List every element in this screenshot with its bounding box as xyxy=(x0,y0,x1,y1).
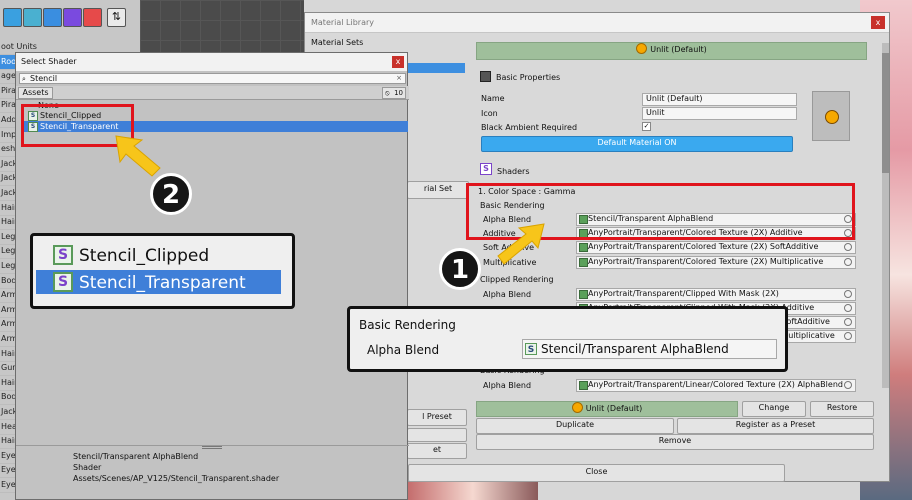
callout-item-stencil-clipped: Stencil_Clipped xyxy=(79,246,210,266)
material-set-button[interactable]: rial Set xyxy=(407,181,469,199)
name-label: Name xyxy=(481,94,505,103)
black-ambient-checkbox[interactable]: ✓ xyxy=(642,122,651,131)
soft-additive-shader-field[interactable]: AnyPortrait/Transparent/Colored Texture … xyxy=(576,241,856,254)
material-preview xyxy=(812,91,850,141)
window-title: Material Library xyxy=(305,13,889,33)
selected-shader-type: Shader xyxy=(73,463,102,472)
tree-item[interactable]: Roo xyxy=(0,54,16,70)
default-material-button[interactable]: Default Material ON xyxy=(481,136,793,152)
duplicate-button[interactable]: Duplicate xyxy=(476,418,674,434)
selected-shader-path: Assets/Scenes/AP_V125/Stencil_Transparen… xyxy=(73,474,280,483)
sort-icon[interactable]: ⇅ xyxy=(107,8,126,27)
icon-dropdown[interactable]: Unlit xyxy=(642,107,797,120)
circle-icon xyxy=(571,402,583,413)
selected-set-item[interactable] xyxy=(407,63,465,73)
callout-shader-field: S Stencil/Transparent AlphaBlend xyxy=(522,339,777,359)
clipped-alpha-blend-label: Alpha Blend xyxy=(483,290,532,299)
bottom-preset-header: Unlit (Default) xyxy=(476,401,738,417)
black-ambient-label: Black Ambient Required xyxy=(481,123,578,132)
linear-alpha-blend-field[interactable]: AnyPortrait/Transparent/Linear/Colored T… xyxy=(576,379,856,392)
change-button[interactable]: Change xyxy=(742,401,806,417)
tab-assets[interactable]: Assets xyxy=(18,87,53,99)
name-field[interactable]: Unlit (Default) xyxy=(642,93,797,106)
shaders-label: Shaders xyxy=(497,167,530,176)
clipped-alpha-blend-field[interactable]: AnyPortrait/Transparent/Clipped With Mas… xyxy=(576,288,856,301)
tool-icon-5[interactable] xyxy=(83,8,102,27)
material-header: Unlit (Default) xyxy=(476,42,867,60)
tool-icon-4[interactable] xyxy=(63,8,82,27)
clipped-rendering-label: Clipped Rendering xyxy=(480,275,554,284)
remove-button[interactable]: Remove xyxy=(476,434,874,450)
zoom-callout-alpha-blend: Basic Rendering Alpha Blend S Stencil/Tr… xyxy=(347,306,788,372)
search-icon: ⌕ xyxy=(22,75,26,83)
callout-alpha-blend-label: Alpha Blend xyxy=(367,343,440,357)
material-sets-label: Material Sets xyxy=(311,38,364,47)
shader-file-icon: S xyxy=(53,245,73,265)
side-button-3[interactable]: et xyxy=(407,443,467,459)
close-icon[interactable]: x xyxy=(871,16,885,29)
step-badge-2: 2 xyxy=(150,173,192,215)
callout-basic-rendering: Basic Rendering xyxy=(359,318,456,332)
shader-file-icon: S xyxy=(53,272,73,292)
close-button[interactable]: Close xyxy=(408,464,785,482)
resize-handle[interactable] xyxy=(202,446,222,449)
tool-icon-2[interactable] xyxy=(23,8,42,27)
preview-icon xyxy=(825,110,839,124)
restore-button[interactable]: Restore xyxy=(810,401,874,417)
circle-icon xyxy=(636,43,648,54)
selected-shader-name: Stencil/Transparent AlphaBlend xyxy=(73,452,199,461)
tool-icon-3[interactable] xyxy=(43,8,62,27)
arrow-icon-1 xyxy=(497,223,545,265)
preset-dropdown[interactable] xyxy=(407,428,467,442)
shader-file-icon: S xyxy=(525,343,537,355)
scrollbar[interactable] xyxy=(882,43,889,388)
search-input[interactable]: ⌕ Stencil × xyxy=(19,73,406,84)
window-title: Select Shader xyxy=(16,53,407,71)
basic-properties-label: Basic Properties xyxy=(496,73,561,82)
close-icon[interactable]: x xyxy=(392,56,404,68)
linear-alpha-blend-label: Alpha Blend xyxy=(483,381,532,390)
tab-bar: Assets ⦸ 10 xyxy=(16,86,409,100)
shader-icon: S xyxy=(480,163,492,175)
icon-label: Icon xyxy=(481,109,498,118)
clear-icon[interactable]: × xyxy=(396,74,402,83)
eye-slash-icon: ⦸ xyxy=(385,89,390,97)
properties-icon xyxy=(480,71,491,82)
step-badge-1: 1 xyxy=(439,248,481,290)
tool-icon-1[interactable] xyxy=(3,8,22,27)
callout-item-stencil-transparent: Stencil_Transparent xyxy=(79,273,246,293)
arrow-icon-2 xyxy=(115,135,161,177)
zoom-callout-shader-list: S Stencil_Clipped S Stencil_Transparent xyxy=(30,233,295,309)
preset-button[interactable]: l Preset xyxy=(407,409,467,426)
multiplicative-shader-field[interactable]: AnyPortrait/Transparent/Colored Texture … xyxy=(576,256,856,269)
register-preset-button[interactable]: Register as a Preset xyxy=(677,418,874,434)
hidden-count[interactable]: ⦸ 10 xyxy=(382,87,406,99)
